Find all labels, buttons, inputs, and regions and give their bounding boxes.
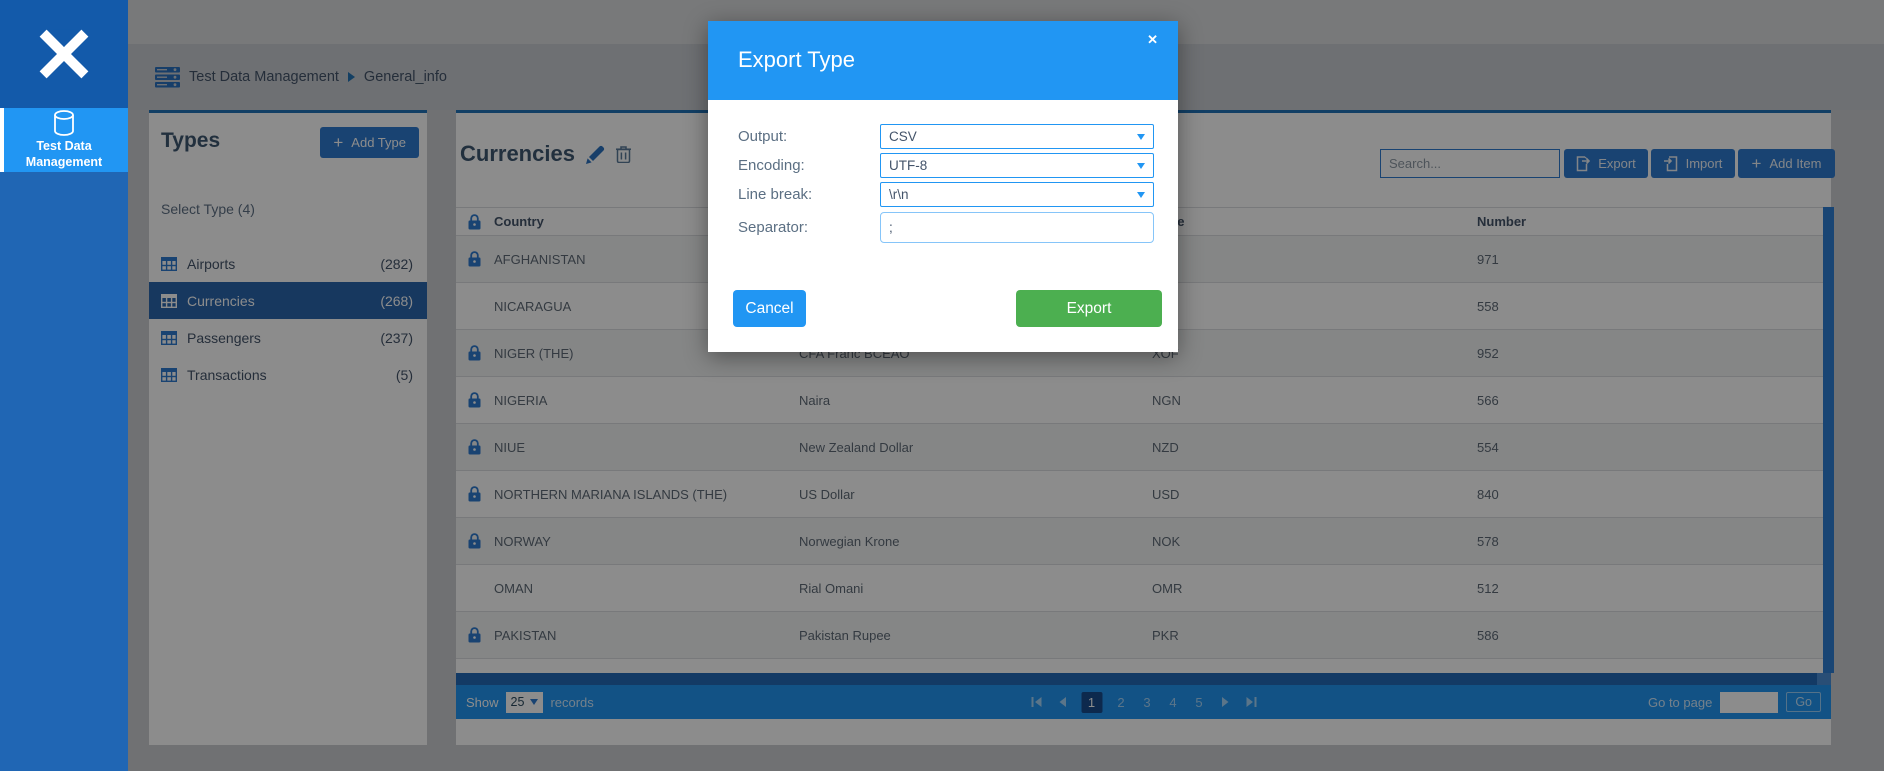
chevron-down-icon <box>1137 192 1145 198</box>
app-logo[interactable] <box>0 0 128 108</box>
output-select[interactable]: CSV <box>880 124 1154 149</box>
separator-label: Separator: <box>738 219 880 236</box>
encoding-value: UTF-8 <box>889 158 927 173</box>
chevron-down-icon <box>1137 134 1145 140</box>
linebreak-select[interactable]: \r\n <box>880 182 1154 207</box>
cancel-button[interactable]: Cancel <box>733 290 806 327</box>
sidebar-item-test-data-management[interactable]: Test Data Management <box>0 108 128 172</box>
separator-input[interactable] <box>880 212 1154 243</box>
export-type-modal: Export Type ✕ Output: CSV Encoding: UTF-… <box>708 21 1178 352</box>
encoding-label: Encoding: <box>738 157 880 174</box>
linebreak-value: \r\n <box>889 187 909 202</box>
linebreak-label: Line break: <box>738 186 880 203</box>
chevron-down-icon <box>1137 163 1145 169</box>
close-icon[interactable]: ✕ <box>1147 32 1158 48</box>
encoding-select[interactable]: UTF-8 <box>880 153 1154 178</box>
app-logo-icon <box>35 25 93 83</box>
database-icon <box>53 110 75 136</box>
sidebar-item-label: Test Data Management <box>14 139 114 170</box>
output-label: Output: <box>738 128 880 145</box>
modal-header: Export Type ✕ <box>708 21 1178 100</box>
modal-export-button[interactable]: Export <box>1016 290 1162 327</box>
output-value: CSV <box>889 129 917 144</box>
modal-title: Export Type <box>738 47 855 73</box>
sidebar: Test Data Management <box>0 0 128 771</box>
